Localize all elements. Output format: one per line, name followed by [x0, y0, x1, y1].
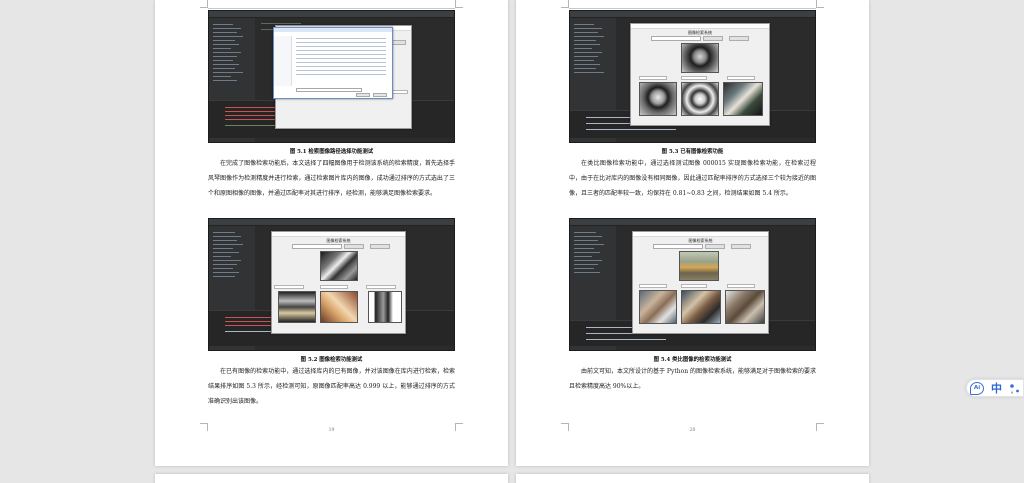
paragraph: 由前文可知，本文所设计的基于 Python 的图像检索系统，能够满足对于图像检索… [569, 368, 816, 391]
figure-5-1-caption: 图 5.1 检索图像路径选择功能测试 [289, 149, 374, 155]
crop-mark [816, 0, 824, 8]
document-page-19: 图 5.1 检索图像路径选择功能测试 在完成了图像检索功能后，本文选择了四幅图像… [155, 0, 508, 466]
chinese-input-icon[interactable]: 中 [991, 381, 1002, 396]
figure-5-4-screenshot: 图像检索系统 [569, 218, 816, 351]
figure-5-2-caption: 图 5.2 图像检索功能测试 [300, 357, 363, 363]
document-page-20: 图像检索系统 图 5.3 已有图像检索功能 在类比图像检索功能中，通过选择测试图… [516, 0, 869, 466]
figure-5-3-caption: 图 5.3 已有图像检索功能 [661, 149, 724, 155]
paragraph: 在完成了图像检索功能后，本文选择了四幅图像用于检测该系统的检索精度，首先选择手风… [208, 160, 455, 198]
paragraph: 在类比图像检索功能中，通过选择测试图像 000015 实现图像检索功能，在检索过… [569, 160, 816, 198]
dots-settings-icon[interactable] [1009, 383, 1021, 395]
floating-input-toolbar[interactable]: Ai 中 [966, 379, 1024, 397]
document-page-next[interactable] [516, 474, 869, 483]
page-number: 19 [328, 428, 335, 433]
crop-mark [200, 0, 208, 8]
document-page-next[interactable] [155, 474, 508, 483]
ai-assistant-icon[interactable]: Ai [970, 382, 984, 395]
figure-5-3-screenshot: 图像检索系统 [569, 10, 816, 143]
crop-mark [455, 0, 463, 8]
file-open-dialog [273, 27, 393, 99]
header-rule [569, 8, 816, 9]
header-rule [208, 8, 455, 9]
figure-5-2-screenshot: 图像检索系统 [208, 218, 455, 351]
page-number: 20 [689, 428, 696, 433]
crop-mark [561, 0, 569, 8]
figure-5-4-caption: 图 5.4 类比图像的检索功能测试 [653, 357, 732, 363]
image-retrieval-window: 图像检索系统 [630, 23, 770, 126]
image-retrieval-window: 图像检索系统 [632, 231, 769, 334]
figure-5-1-screenshot [208, 10, 455, 143]
image-retrieval-window: 图像检索系统 [271, 231, 406, 334]
paragraph: 在已有图像的检索功能中，通过选择库内的已有图像，并对该图像在库内进行检索，检索结… [208, 368, 455, 406]
